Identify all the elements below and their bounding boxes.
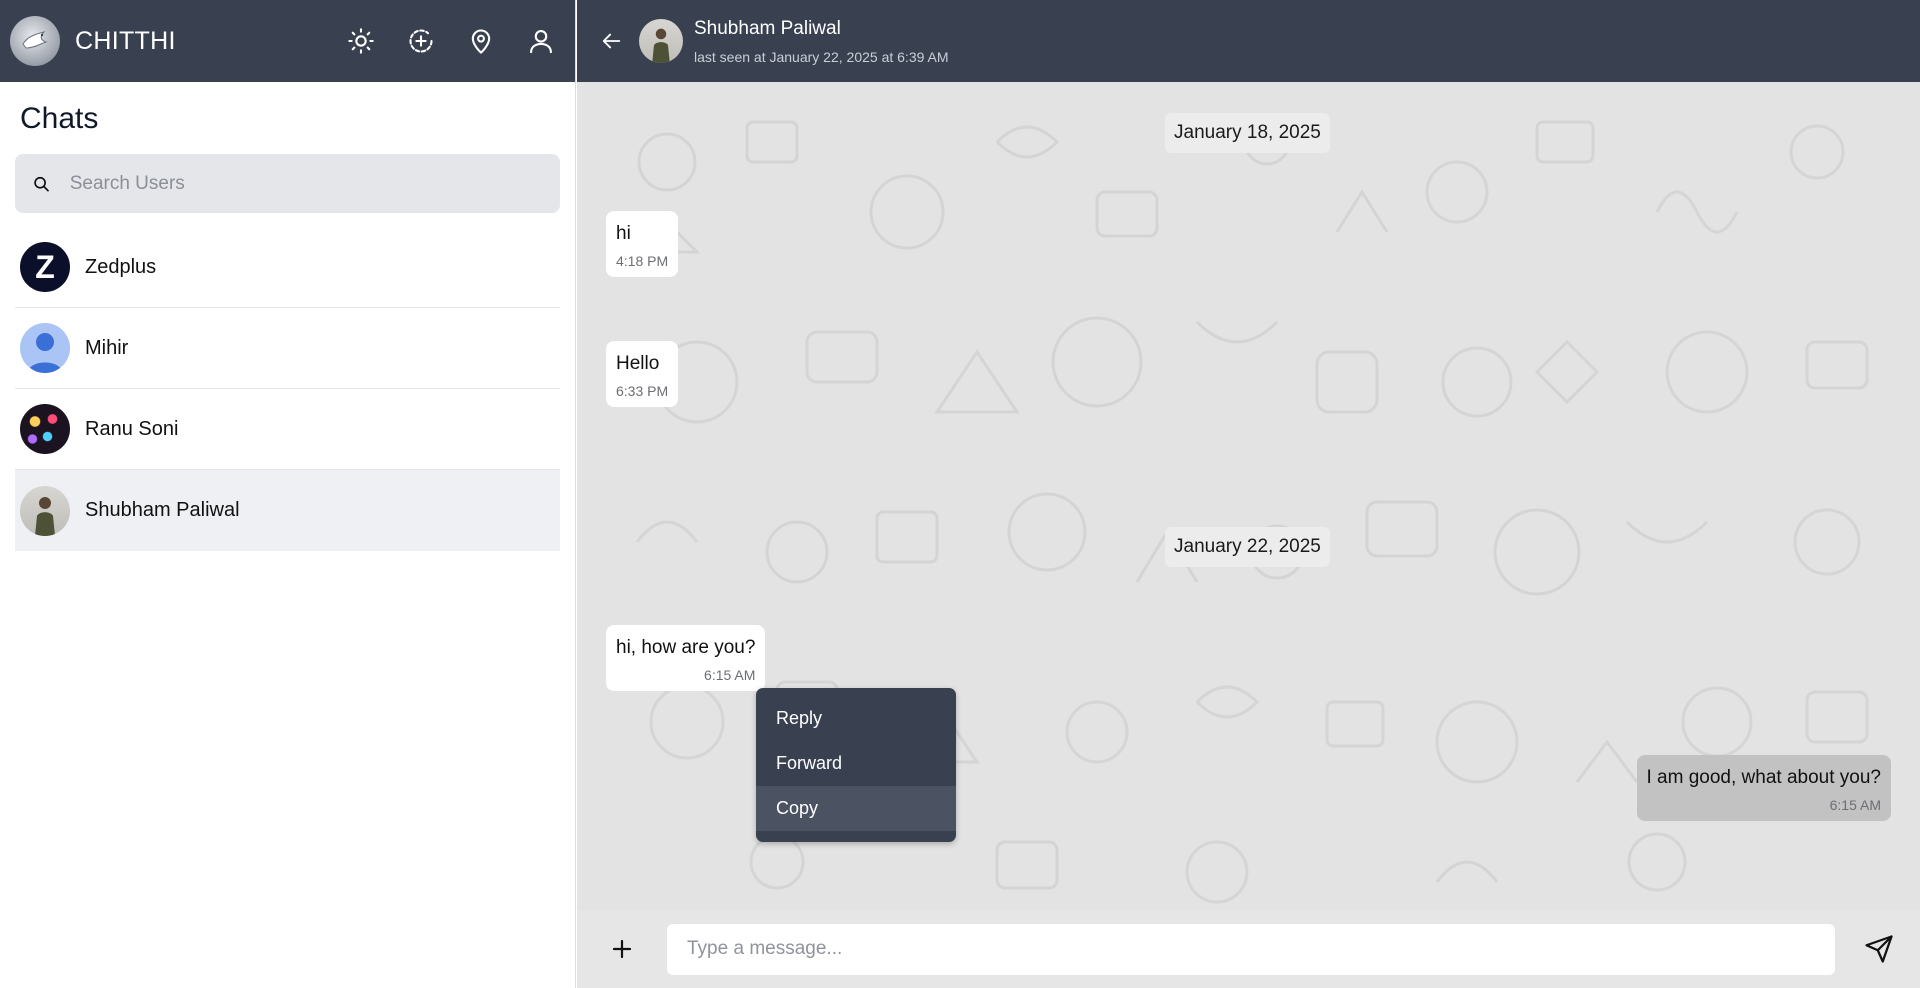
back-button[interactable] bbox=[597, 26, 627, 56]
last-seen-status: last seen at January 22, 2025 at 6:39 AM bbox=[694, 48, 949, 65]
date-separator: January 22, 2025 bbox=[1165, 527, 1330, 567]
peer-name: Shubham Paliwal bbox=[694, 17, 841, 39]
chats-heading: Chats bbox=[20, 102, 99, 135]
message-time: 6:33 PM bbox=[616, 383, 669, 399]
message-bubble-incoming[interactable]: hi 4:18 PM bbox=[606, 211, 679, 277]
dove-icon bbox=[22, 31, 48, 49]
message-bubble-incoming[interactable]: Hello 6:33 PM bbox=[606, 341, 679, 407]
avatar: Z bbox=[20, 242, 70, 292]
new-status-button[interactable] bbox=[403, 23, 439, 59]
chat-item-shubham-paliwal[interactable]: Shubham Paliwal bbox=[15, 470, 560, 551]
avatar-letter: Z bbox=[35, 248, 55, 285]
search-icon bbox=[34, 176, 49, 192]
peer-avatar[interactable] bbox=[639, 19, 683, 63]
message-text: hi bbox=[616, 223, 631, 244]
person-photo-icon bbox=[35, 496, 55, 536]
arrow-left-icon bbox=[602, 33, 621, 49]
message-bubble-incoming[interactable]: hi, how are you? 6:15 AM bbox=[606, 625, 766, 691]
sidebar-header: CHITTHI bbox=[0, 0, 575, 82]
send-icon bbox=[1865, 935, 1893, 963]
menu-item-forward[interactable]: Forward bbox=[756, 741, 956, 786]
sun-icon bbox=[348, 28, 374, 54]
avatar bbox=[20, 323, 70, 373]
sidebar: CHITTHI Chats Search Users Z Zedplus Mih… bbox=[0, 0, 576, 988]
attach-button[interactable] bbox=[602, 929, 642, 969]
map-pin-icon bbox=[471, 29, 491, 54]
avatar bbox=[20, 404, 70, 454]
chat-name: Ranu Soni bbox=[85, 417, 179, 440]
peer-info: Shubham Paliwal last seen at January 22,… bbox=[694, 18, 949, 65]
add-circle-icon bbox=[409, 29, 433, 53]
user-icon bbox=[530, 30, 552, 54]
chat-name: Shubham Paliwal bbox=[85, 499, 240, 521]
message-time: 4:18 PM bbox=[616, 253, 669, 269]
menu-item-reply[interactable]: Reply bbox=[756, 696, 956, 741]
message-composer bbox=[577, 910, 1920, 988]
chat-item-mihir[interactable]: Mihir bbox=[15, 308, 560, 389]
message-bubble-outgoing[interactable]: I am good, what about you? 6:15 AM bbox=[1636, 755, 1891, 821]
chat-item-ranu-soni[interactable]: Ranu Soni bbox=[15, 389, 560, 470]
default-user-icon bbox=[28, 333, 62, 373]
chat-item-zedplus[interactable]: Z Zedplus bbox=[15, 227, 560, 308]
message-time: 6:15 AM bbox=[704, 667, 756, 683]
menu-item-copy[interactable]: Copy bbox=[756, 786, 956, 831]
message-text: hi, how are you? bbox=[616, 637, 756, 658]
chat-name: Zedplus bbox=[85, 255, 157, 278]
message-context-menu: Reply Forward Copy bbox=[756, 688, 956, 842]
message-text: I am good, what about you? bbox=[1646, 767, 1882, 788]
search-bar[interactable] bbox=[15, 154, 560, 213]
plus-icon bbox=[612, 939, 632, 959]
conversation-header: Shubham Paliwal last seen at January 22,… bbox=[577, 0, 1920, 82]
message-input[interactable] bbox=[667, 923, 1835, 975]
header-actions bbox=[343, 23, 559, 59]
message-text: Hello bbox=[616, 353, 660, 374]
search-input[interactable] bbox=[69, 172, 542, 195]
send-button[interactable] bbox=[1859, 929, 1899, 969]
person-photo-icon bbox=[652, 28, 670, 63]
avatar bbox=[20, 485, 70, 536]
chat-name: Mihir bbox=[85, 336, 129, 359]
app-title: CHITTHI bbox=[75, 26, 176, 55]
theme-toggle-button[interactable] bbox=[343, 23, 379, 59]
location-button[interactable] bbox=[463, 23, 499, 59]
date-separator: January 18, 2025 bbox=[1165, 113, 1330, 153]
message-time: 6:15 AM bbox=[1829, 797, 1881, 813]
profile-button[interactable] bbox=[523, 23, 559, 59]
chat-list: Z Zedplus Mihir Ranu Soni Shubham Paliwa… bbox=[15, 227, 560, 551]
app-logo bbox=[10, 16, 60, 66]
